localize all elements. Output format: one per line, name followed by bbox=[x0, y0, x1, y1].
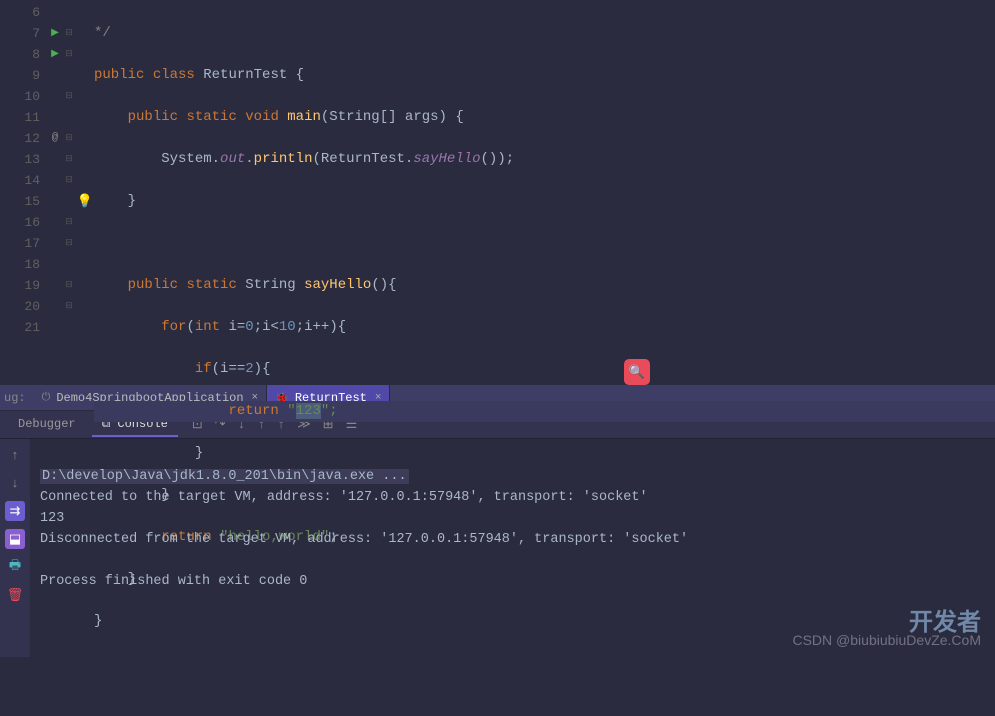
debug-label: ug: bbox=[4, 391, 26, 405]
scroll-end-button[interactable]: ⬓ bbox=[5, 529, 25, 549]
fold-end-icon[interactable]: ⊟ bbox=[62, 275, 76, 296]
up-button[interactable]: ↑ bbox=[5, 445, 25, 465]
fold-column: ⊟ ⊟ ⊟ ⊟ ⊟ ⊟ ⊟ ⊟ ⊟ ⊟ bbox=[62, 0, 76, 385]
search-icon: 🔍 bbox=[629, 365, 645, 380]
fold-icon[interactable]: ⊟ bbox=[62, 23, 76, 44]
code-editor[interactable]: 6 7 8 9 10 11 12 13 14 15 16 17 18 19 20… bbox=[0, 0, 995, 385]
fold-icon[interactable]: ⊟ bbox=[62, 128, 76, 149]
run-icon[interactable]: ▶ bbox=[48, 44, 62, 65]
console-sidebar: ↑ ↓ ⇉ ⬓ 🖶 🗑 bbox=[0, 439, 30, 657]
console-output[interactable]: D:\develop\Java\jdk1.8.0_201\bin\java.ex… bbox=[30, 439, 995, 657]
run-icon[interactable]: ▶ bbox=[48, 23, 62, 44]
search-button[interactable]: 🔍 bbox=[624, 359, 650, 385]
gutter-run-icons: ▶ ▶ @ bbox=[48, 0, 62, 385]
print-button[interactable]: 🖶 bbox=[5, 557, 25, 577]
tab-debugger[interactable]: Debugger bbox=[8, 413, 86, 437]
down-button[interactable]: ↓ bbox=[5, 473, 25, 493]
clear-button[interactable]: 🗑 bbox=[5, 585, 25, 605]
fold-end-icon[interactable]: ⊟ bbox=[62, 296, 76, 317]
fold-icon[interactable]: ⊟ bbox=[62, 44, 76, 65]
fold-end-icon[interactable]: ⊟ bbox=[62, 86, 76, 107]
watermark-text: CSDN @biubiubiuDevZe.CoM bbox=[792, 630, 981, 651]
fold-end-icon[interactable]: ⊟ bbox=[62, 233, 76, 254]
console-panel: ↑ ↓ ⇉ ⬓ 🖶 🗑 D:\develop\Java\jdk1.8.0_201… bbox=[0, 439, 995, 657]
bulb-icon[interactable]: 💡 bbox=[77, 191, 93, 212]
fold-icon[interactable]: ⊟ bbox=[62, 149, 76, 170]
hint-column: 💡 bbox=[76, 0, 94, 385]
power-icon: ⏻ bbox=[42, 392, 51, 404]
fold-end-icon[interactable]: ⊟ bbox=[62, 212, 76, 233]
fold-icon[interactable]: ⊟ bbox=[62, 170, 76, 191]
soft-wrap-button[interactable]: ⇉ bbox=[5, 501, 25, 521]
code-content[interactable]: */ public class ReturnTest { public stat… bbox=[94, 0, 995, 385]
line-number-gutter: 6 7 8 9 10 11 12 13 14 15 16 17 18 19 20… bbox=[0, 0, 48, 385]
override-icon[interactable]: @ bbox=[48, 128, 62, 149]
